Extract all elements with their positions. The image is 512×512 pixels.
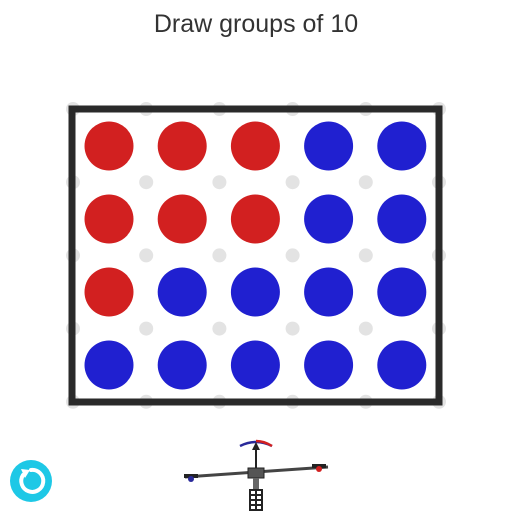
peg[interactable] xyxy=(285,248,300,263)
blue-counter xyxy=(157,267,207,317)
red-counter xyxy=(157,194,207,244)
blue-counter xyxy=(304,121,354,171)
blue-counter xyxy=(377,267,427,317)
red-counter xyxy=(230,121,280,171)
reset-button[interactable] xyxy=(10,460,52,502)
peg[interactable] xyxy=(285,321,300,336)
peg[interactable] xyxy=(139,248,154,263)
blue-counter xyxy=(84,340,134,390)
peg[interactable] xyxy=(212,248,227,263)
blue-counter xyxy=(230,340,280,390)
peg[interactable] xyxy=(212,321,227,336)
blue-counter xyxy=(230,267,280,317)
blue-counter xyxy=(304,267,354,317)
blue-counter xyxy=(377,340,427,390)
blue-counter xyxy=(377,121,427,171)
blue-counter xyxy=(304,194,354,244)
peg[interactable] xyxy=(139,175,154,190)
peg[interactable] xyxy=(285,175,300,190)
blue-counter xyxy=(377,194,427,244)
peg[interactable] xyxy=(358,175,373,190)
peg[interactable] xyxy=(358,248,373,263)
red-counter xyxy=(84,267,134,317)
blue-counter xyxy=(157,340,207,390)
red-counter xyxy=(84,121,134,171)
scale-balance-icon[interactable] xyxy=(180,436,340,512)
peg[interactable] xyxy=(358,321,373,336)
peg[interactable] xyxy=(212,175,227,190)
counter-grid xyxy=(84,121,427,390)
peg[interactable] xyxy=(139,321,154,336)
rotate-ccw-icon xyxy=(19,467,46,494)
red-counter xyxy=(84,194,134,244)
blue-counter xyxy=(304,340,354,390)
red-counter xyxy=(157,121,207,171)
red-counter xyxy=(230,194,280,244)
